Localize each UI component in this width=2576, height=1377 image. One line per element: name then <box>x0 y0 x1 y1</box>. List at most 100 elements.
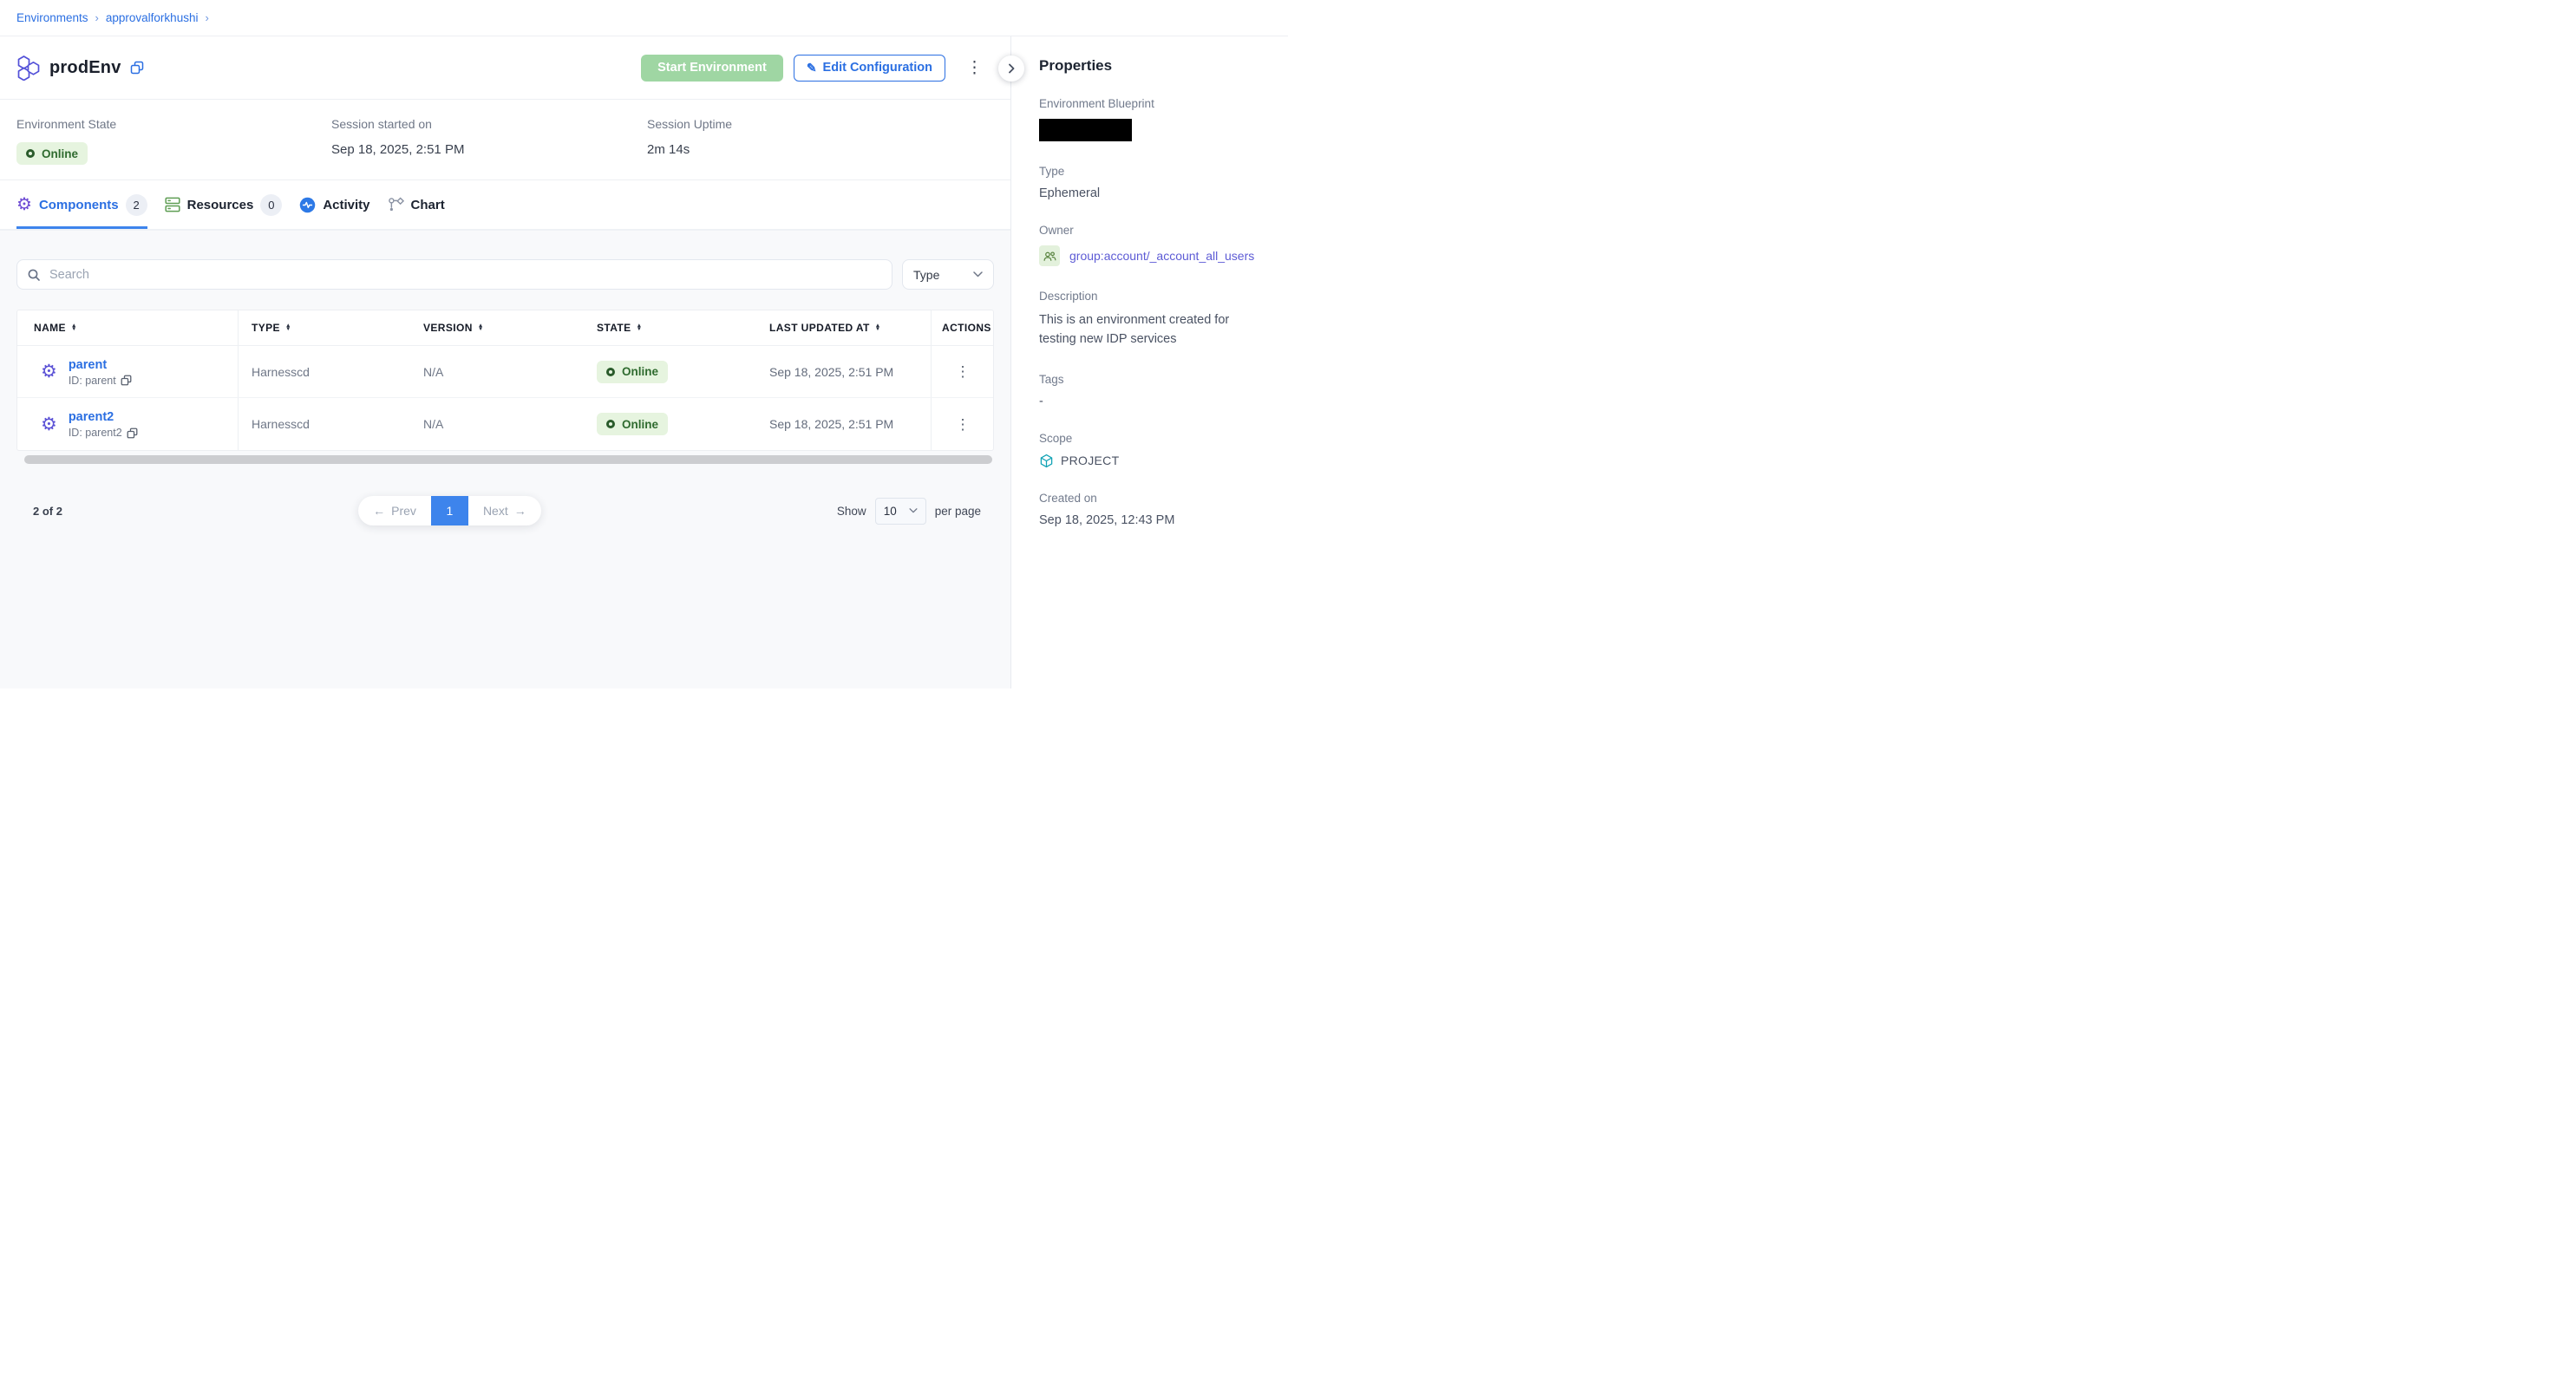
start-environment-button[interactable]: Start Environment <box>641 55 783 82</box>
breadcrumb-environments-link[interactable]: Environments <box>16 11 88 24</box>
owner-row: group:account/_account_all_users <box>1039 245 1262 266</box>
title-row: prodEnv Start Environment ✎ Edit Configu… <box>0 36 1010 100</box>
session-uptime-label: Session Uptime <box>647 117 732 131</box>
session-info-row: Environment State Online Session started… <box>0 100 1010 180</box>
copy-title-button[interactable] <box>130 61 144 75</box>
name-block: parent2 ID: parent2 <box>69 409 138 439</box>
column-header-last-updated-label: LAST UPDATED AT <box>769 322 870 334</box>
column-header-state: STATE ▲▼ <box>584 310 756 345</box>
next-page-button[interactable]: Next → <box>468 496 541 525</box>
owner-label: Owner <box>1039 224 1262 237</box>
environment-hexagons-icon <box>16 55 41 81</box>
prev-page-button[interactable]: ← Prev <box>358 496 431 525</box>
environment-state-group: Environment State Online <box>16 117 331 179</box>
sort-icon[interactable]: ▲▼ <box>285 324 291 332</box>
component-id: ID: parent2 <box>69 427 122 439</box>
description-group: Description This is an environment creat… <box>1039 290 1262 349</box>
search-icon <box>27 268 41 282</box>
sort-icon[interactable]: ▲▼ <box>71 324 77 332</box>
state-cell: Online <box>584 413 756 435</box>
component-link[interactable]: parent <box>69 358 107 372</box>
gear-icon: ⚙ <box>16 196 32 213</box>
search-input[interactable] <box>48 267 882 283</box>
session-started-group: Session started on Sep 18, 2025, 2:51 PM <box>331 117 647 179</box>
copy-icon[interactable] <box>121 375 132 386</box>
column-header-actions-label: ACTIONS <box>942 322 991 334</box>
properties-panel: Properties Environment Blueprint Type Ep… <box>1010 36 1288 688</box>
row-actions-button[interactable]: ⋮ <box>951 363 976 380</box>
column-header-version-label: VERSION <box>423 322 473 334</box>
scope-row: PROJECT <box>1039 454 1262 468</box>
sort-icon[interactable]: ▲▼ <box>637 324 643 332</box>
table-header-row: NAME ▲▼ TYPE ▲▼ VERSION ▲▼ STATE <box>17 310 993 346</box>
chevron-right-icon: › <box>205 11 208 24</box>
column-header-name-label: NAME <box>34 322 66 334</box>
page-size-dropdown[interactable]: 10 <box>875 498 926 525</box>
group-avatar <box>1039 245 1060 266</box>
state-value: Online <box>622 418 658 431</box>
column-header-last-updated: LAST UPDATED AT ▲▼ <box>756 310 931 345</box>
prev-label: Prev <box>391 504 416 518</box>
type-filter-dropdown[interactable]: Type <box>902 259 994 290</box>
type-label: Type <box>1039 165 1262 178</box>
type-group: Type Ephemeral <box>1039 165 1262 200</box>
online-status-icon <box>606 420 615 428</box>
last-updated-cell: Sep 18, 2025, 2:51 PM <box>756 417 931 431</box>
sort-icon[interactable]: ▲▼ <box>478 324 484 332</box>
sort-icon[interactable]: ▲▼ <box>875 324 881 332</box>
name-cell: ⚙ parent2 ID: parent2 <box>17 398 239 450</box>
component-id-line: ID: parent2 <box>69 427 138 439</box>
online-status-icon <box>606 368 615 376</box>
copy-icon <box>130 61 144 75</box>
horizontal-scrollbar[interactable] <box>24 455 992 464</box>
tab-activity-label: Activity <box>323 198 369 212</box>
chevron-right-icon <box>1005 62 1017 75</box>
gear-icon: ⚙ <box>41 415 57 434</box>
filter-row: Type <box>16 259 994 290</box>
breadcrumb: Environments › approvalforkhushi › <box>0 0 1288 36</box>
state-badge: Online <box>597 413 668 435</box>
pagination-row: 2 of 2 ← Prev 1 Next → Show <box>16 496 994 525</box>
column-header-type: TYPE ▲▼ <box>239 310 410 345</box>
tab-components-label: Components <box>39 198 119 212</box>
created-group: Created on Sep 18, 2025, 12:43 PM <box>1039 492 1262 527</box>
actions-cell: ⋮ <box>931 346 994 397</box>
session-started-value: Sep 18, 2025, 2:51 PM <box>331 142 647 157</box>
components-table: NAME ▲▼ TYPE ▲▼ VERSION ▲▼ STATE <box>16 310 994 451</box>
chevron-down-icon <box>909 508 918 513</box>
copy-icon[interactable] <box>127 427 138 439</box>
row-actions-button[interactable]: ⋮ <box>951 416 976 433</box>
tab-resources[interactable]: Resources 0 <box>165 180 283 229</box>
chart-flow-icon <box>388 197 404 213</box>
tab-activity[interactable]: Activity <box>299 180 369 229</box>
scope-label: Scope <box>1039 432 1262 445</box>
owner-group-link[interactable]: group:account/_account_all_users <box>1069 249 1254 263</box>
description-value: This is an environment created for testi… <box>1039 311 1262 349</box>
search-box <box>16 259 892 290</box>
collapse-panel-button[interactable] <box>998 55 1024 82</box>
tab-components[interactable]: ⚙ Components 2 <box>16 180 147 229</box>
environment-details-page: Environments › approvalforkhushi › prodE… <box>0 0 1288 688</box>
component-link[interactable]: parent2 <box>69 410 114 424</box>
actions-cell: ⋮ <box>931 398 994 450</box>
edit-configuration-label: Edit Configuration <box>823 61 932 75</box>
tags-group: Tags - <box>1039 373 1262 408</box>
properties-title: Properties <box>1039 57 1262 75</box>
tab-chart-label: Chart <box>411 198 445 212</box>
state-cell: Online <box>584 361 756 383</box>
component-id-line: ID: parent <box>69 375 132 387</box>
breadcrumb-project-link[interactable]: approvalforkhushi <box>106 11 199 24</box>
edit-configuration-button[interactable]: ✎ Edit Configuration <box>794 55 945 82</box>
arrow-left-icon: ← <box>373 504 385 518</box>
main-column: prodEnv Start Environment ✎ Edit Configu… <box>0 36 1010 688</box>
environment-state-label: Environment State <box>16 117 331 131</box>
page-1-button[interactable]: 1 <box>431 496 468 525</box>
cube-icon <box>1039 454 1054 468</box>
pager: ← Prev 1 Next → <box>358 496 541 525</box>
tab-chart[interactable]: Chart <box>388 180 445 229</box>
state-value: Online <box>622 365 658 378</box>
tags-label: Tags <box>1039 373 1262 386</box>
more-options-button[interactable]: ⋮ <box>961 58 988 78</box>
type-filter-label: Type <box>913 268 939 282</box>
session-uptime-group: Session Uptime 2m 14s <box>647 117 732 179</box>
